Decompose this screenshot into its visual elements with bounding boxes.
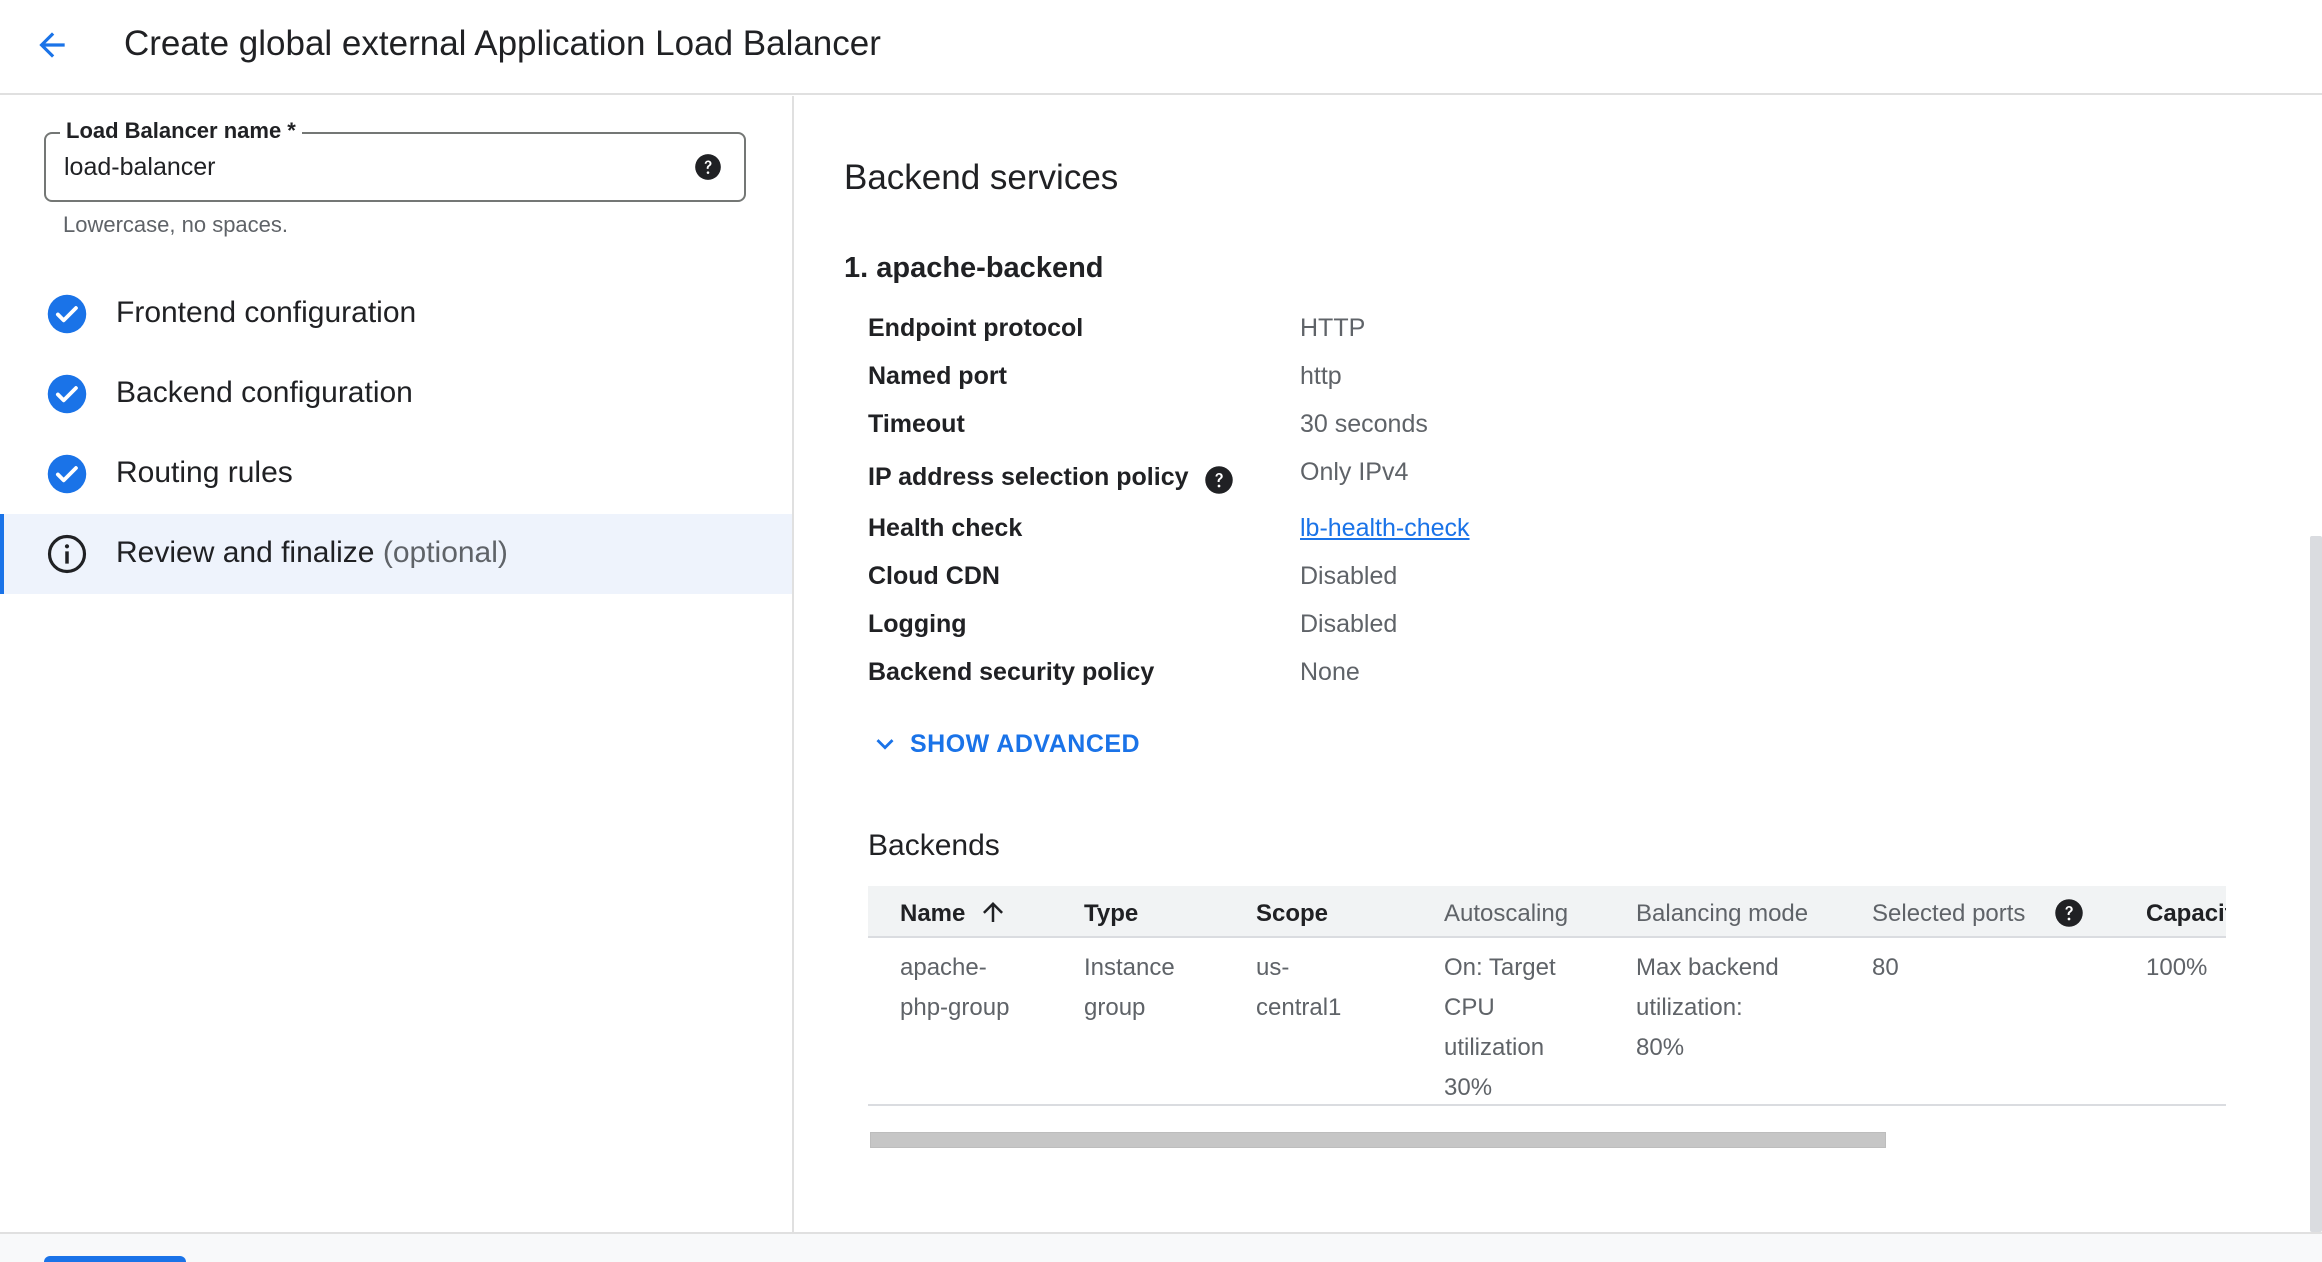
cell-scope: us- central1 bbox=[1256, 954, 1342, 1021]
cell-capacity: 100% bbox=[2146, 954, 2208, 981]
name-field-hint: Lowercase, no spaces. bbox=[63, 212, 289, 237]
info-icon bbox=[47, 534, 87, 574]
step-label: Frontend configuration bbox=[116, 296, 417, 329]
property-named-port: Named port http bbox=[868, 362, 1768, 402]
cell-name: apache- php-group bbox=[900, 954, 1010, 1021]
property-key: Named port bbox=[868, 362, 1007, 390]
step-routing-rules[interactable]: Routing rules bbox=[0, 434, 792, 514]
step-frontend-configuration[interactable]: Frontend configuration bbox=[0, 274, 792, 354]
property-health-check: Health check lb-health-check bbox=[868, 514, 1768, 554]
property-value: http bbox=[1300, 362, 1342, 390]
property-value: None bbox=[1300, 658, 1360, 686]
page-header: Create global external Application Load … bbox=[0, 0, 2322, 95]
step-label: Backend configuration bbox=[116, 376, 413, 409]
optional-tag: (optional) bbox=[382, 536, 508, 569]
property-value: Only IPv4 bbox=[1300, 458, 1409, 486]
step-label: Review and finalize (optional) bbox=[116, 536, 508, 569]
step-label: Routing rules bbox=[116, 456, 293, 489]
column-header-scope[interactable]: Scope bbox=[1256, 900, 1328, 928]
property-key: Timeout bbox=[868, 410, 965, 438]
check-circle-icon bbox=[47, 294, 87, 334]
step-backend-configuration[interactable]: Backend configuration bbox=[0, 354, 792, 434]
column-header-name[interactable]: Name bbox=[900, 900, 965, 928]
property-key: Endpoint protocol bbox=[868, 314, 1084, 342]
back-button[interactable] bbox=[27, 20, 77, 70]
arrow-back-icon bbox=[39, 32, 65, 58]
property-endpoint-protocol: Endpoint protocol HTTP bbox=[868, 314, 1768, 354]
wizard-sidebar: Load Balancer name * Lowercase, no space… bbox=[0, 96, 794, 1232]
help-icon[interactable] bbox=[694, 153, 722, 181]
column-header-type[interactable]: Type bbox=[1084, 900, 1138, 928]
property-key: Backend security policy bbox=[868, 658, 1155, 686]
table-row: apache- php-group Instance group us- cen… bbox=[868, 938, 2226, 1106]
footer-bar bbox=[0, 1232, 2322, 1262]
step-review-and-finalize[interactable]: Review and finalize (optional) bbox=[0, 514, 792, 594]
backends-title: Backends bbox=[868, 829, 1000, 862]
property-key: IP address selection policy bbox=[868, 463, 1189, 491]
section-title: Backend services bbox=[844, 158, 1119, 197]
cell-type: Instance group bbox=[1084, 954, 1175, 1021]
help-icon[interactable] bbox=[2054, 898, 2084, 928]
show-advanced-button[interactable]: SHOW ADVANCED bbox=[868, 724, 1140, 764]
property-cloud-cdn: Cloud CDN Disabled bbox=[868, 562, 1768, 602]
property-logging: Logging Disabled bbox=[868, 610, 1768, 650]
health-check-link[interactable]: lb-health-check bbox=[1300, 514, 1470, 543]
page-title: Create global external Application Load … bbox=[124, 24, 881, 63]
wizard-steps: Frontend configuration Backend configura… bbox=[0, 274, 792, 594]
property-value: 30 seconds bbox=[1300, 410, 1428, 438]
vertical-scrollbar[interactable] bbox=[2310, 536, 2322, 1232]
chevron-down-icon bbox=[876, 739, 894, 750]
column-header-autoscaling: Autoscaling bbox=[1444, 900, 1569, 927]
cell-selected-ports: 80 bbox=[1872, 954, 1899, 981]
property-backend-security-policy: Backend security policy None bbox=[868, 658, 1768, 698]
cell-autoscaling: On: Target CPU utilization 30% bbox=[1444, 954, 1556, 1101]
property-value: Disabled bbox=[1300, 610, 1398, 638]
create-button[interactable] bbox=[44, 1256, 186, 1262]
horizontal-scrollbar[interactable] bbox=[870, 1132, 1886, 1148]
property-key: Health check bbox=[868, 514, 1023, 542]
arrow-upward-icon[interactable] bbox=[978, 896, 1008, 928]
check-circle-icon bbox=[47, 454, 87, 494]
show-advanced-label: SHOW ADVANCED bbox=[910, 729, 1141, 758]
load-balancer-name-field[interactable]: Load Balancer name * bbox=[44, 118, 746, 202]
backend-service-title: 1. apache-backend bbox=[844, 252, 1104, 284]
property-ip-address-selection-policy: IP address selection policy Only IPv4 bbox=[868, 458, 1768, 503]
property-value: HTTP bbox=[1300, 314, 1366, 342]
column-header-selected-ports: Selected ports bbox=[1872, 900, 2026, 927]
property-value: Disabled bbox=[1300, 562, 1398, 590]
column-header-capacity: Capacit bbox=[2146, 900, 2226, 927]
check-circle-icon bbox=[47, 374, 87, 414]
review-panel: Backend services 1. apache-backend Endpo… bbox=[796, 96, 2322, 1232]
property-key: Cloud CDN bbox=[868, 562, 1000, 590]
help-icon[interactable] bbox=[1204, 465, 1234, 495]
cell-balancing-mode: Max backend utilization: 80% bbox=[1636, 954, 1779, 1061]
property-timeout: Timeout 30 seconds bbox=[868, 410, 1768, 450]
backends-table: Name Type Scope Autoscaling Balancing mo… bbox=[868, 886, 2226, 1148]
property-key: Logging bbox=[868, 610, 967, 638]
column-header-balancing-mode: Balancing mode bbox=[1636, 900, 1809, 927]
load-balancer-name-input[interactable] bbox=[64, 134, 664, 200]
table-header: Name Type Scope Autoscaling Balancing mo… bbox=[868, 886, 2226, 938]
